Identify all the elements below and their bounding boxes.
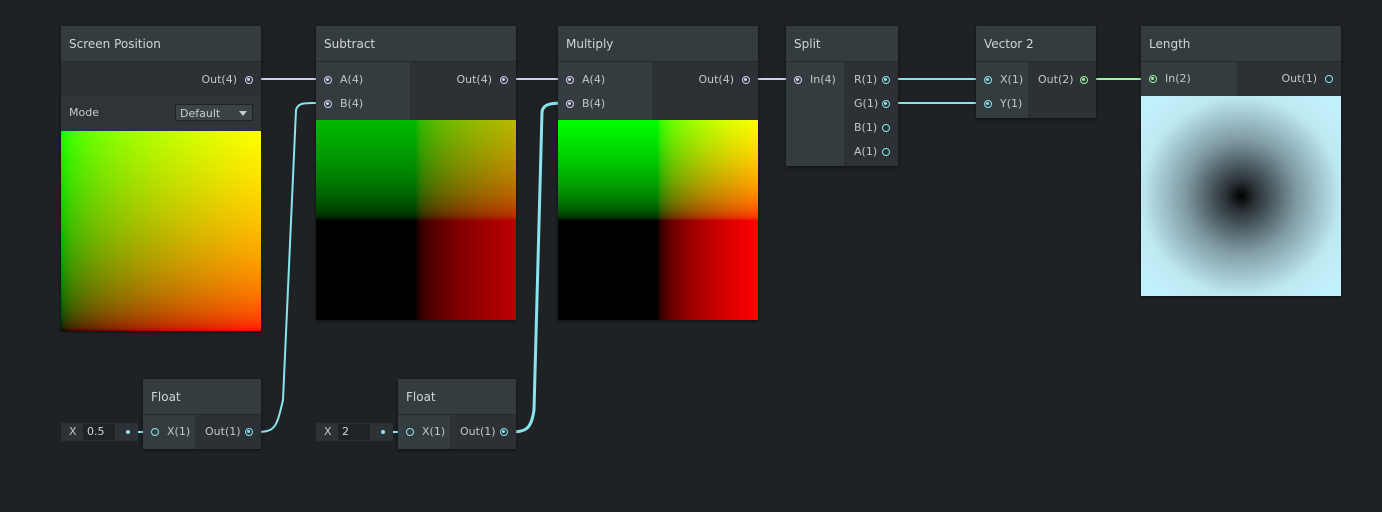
port-dot[interactable] — [151, 428, 159, 436]
mode-dropdown[interactable]: Default — [175, 104, 253, 121]
port-dot[interactable] — [245, 428, 253, 436]
node-title[interactable]: Multiply — [558, 26, 758, 62]
port-in[interactable]: In(2) — [1141, 67, 1237, 91]
field-dot — [381, 430, 385, 434]
port-label: R(1) — [854, 73, 878, 86]
node-float-1[interactable]: Float X(1) Out(1) — [143, 379, 261, 449]
port-in-x[interactable]: X(1) — [143, 420, 195, 444]
port-dot[interactable] — [566, 100, 574, 108]
node-title[interactable]: Subtract — [316, 26, 516, 62]
port-label: A(4) — [340, 73, 364, 86]
port-label: G(1) — [854, 97, 879, 110]
preview-image — [316, 120, 516, 320]
field-dot — [126, 430, 130, 434]
port-dot[interactable] — [742, 76, 750, 84]
node-split[interactable]: Split In(4) R(1) G(1) B(1) A(1) — [786, 26, 898, 166]
preview-canvas — [61, 131, 261, 331]
port-dot[interactable] — [566, 76, 574, 84]
port-dot[interactable] — [882, 100, 890, 108]
port-dot[interactable] — [882, 124, 890, 132]
float-value-input[interactable]: 0.5 — [83, 424, 115, 440]
node-title[interactable]: Split — [786, 26, 898, 62]
port-in-x[interactable]: X(1) — [976, 68, 1028, 92]
port-dot[interactable] — [984, 100, 992, 108]
port-label: Out(4) — [698, 73, 734, 86]
port-dot[interactable] — [500, 428, 508, 436]
port-dot[interactable] — [245, 76, 253, 84]
port-label: B(4) — [582, 97, 606, 110]
field-label: X — [69, 425, 77, 438]
node-title[interactable]: Float — [398, 379, 516, 415]
port-in-y[interactable]: Y(1) — [976, 92, 1028, 116]
port-dot[interactable] — [882, 76, 890, 84]
port-out[interactable]: Out(1) — [1237, 67, 1341, 91]
node-vector2[interactable]: Vector 2 X(1) Y(1) Out(2) — [976, 26, 1096, 118]
port-dot[interactable] — [1149, 75, 1157, 83]
port-label: Out(1) — [205, 425, 241, 438]
port-out[interactable]: Out(4) — [61, 68, 261, 92]
node-multiply[interactable]: Multiply A(4) B(4) Out(4) — [558, 26, 758, 320]
node-title[interactable]: Screen Position — [61, 26, 261, 62]
port-in-a[interactable]: A(4) — [316, 68, 410, 92]
port-label: In(2) — [1165, 72, 1191, 85]
port-in-x[interactable]: X(1) — [398, 420, 450, 444]
port-in-a[interactable]: A(4) — [558, 68, 652, 92]
node-title[interactable]: Float — [143, 379, 261, 415]
port-in-b[interactable]: B(4) — [558, 92, 652, 116]
port-label: Out(2) — [1038, 73, 1074, 86]
port-dot[interactable] — [984, 76, 992, 84]
port-label: Out(1) — [1281, 72, 1317, 85]
port-dot[interactable] — [324, 100, 332, 108]
port-out[interactable]: Out(1) — [450, 420, 516, 444]
port-dot[interactable] — [406, 428, 414, 436]
port-out-g[interactable]: G(1) — [844, 92, 898, 116]
node-screen-position[interactable]: Screen Position Out(4) Mode Default — [61, 26, 261, 331]
mode-value: Default — [180, 107, 221, 120]
port-label: B(1) — [854, 121, 878, 134]
node-float-2[interactable]: Float X(1) Out(1) — [398, 379, 516, 449]
port-out-b[interactable]: B(1) — [844, 116, 898, 140]
wire-float1-subtract-b — [252, 101, 325, 433]
preview-image — [61, 131, 261, 331]
float-inline-field[interactable]: X 0.5 — [61, 423, 138, 441]
mode-row: Mode Default — [61, 96, 261, 130]
port-out[interactable]: Out(1) — [195, 420, 261, 444]
node-subtract[interactable]: Subtract A(4) B(4) Out(4) — [316, 26, 516, 320]
float-inline-field[interactable]: X 2 — [316, 423, 393, 441]
preview-image — [1141, 96, 1341, 296]
port-out[interactable]: Out(4) — [652, 68, 758, 92]
port-label: Y(1) — [1000, 97, 1023, 110]
port-in[interactable]: In(4) — [786, 68, 844, 92]
node-length[interactable]: Length In(2) Out(1) — [1141, 26, 1341, 296]
port-in-b[interactable]: B(4) — [316, 92, 410, 116]
port-dot[interactable] — [882, 148, 890, 156]
port-out[interactable]: Out(2) — [1028, 68, 1096, 92]
port-label: Out(1) — [460, 425, 496, 438]
port-label: X(1) — [1000, 73, 1024, 86]
node-title[interactable]: Length — [1141, 26, 1341, 62]
port-label: A(4) — [582, 73, 606, 86]
port-dot[interactable] — [324, 76, 332, 84]
port-out-r[interactable]: R(1) — [844, 68, 898, 92]
mode-label: Mode — [69, 106, 99, 119]
port-out-a[interactable]: A(1) — [844, 140, 898, 164]
port-label: Out(4) — [201, 73, 237, 86]
port-out[interactable]: Out(4) — [410, 68, 516, 92]
port-label: Out(4) — [456, 73, 492, 86]
float-value-input[interactable]: 2 — [338, 424, 370, 440]
preview-image — [558, 120, 758, 320]
port-label: A(1) — [854, 145, 878, 158]
port-dot[interactable] — [1080, 76, 1088, 84]
port-label: X(1) — [422, 425, 446, 438]
port-label: In(4) — [810, 73, 836, 86]
port-label: B(4) — [340, 97, 364, 110]
port-dot[interactable] — [1325, 75, 1333, 83]
port-label: X(1) — [167, 425, 191, 438]
port-dot[interactable] — [500, 76, 508, 84]
chevron-down-icon — [239, 111, 247, 116]
node-title[interactable]: Vector 2 — [976, 26, 1096, 62]
field-label: X — [324, 425, 332, 438]
port-dot[interactable] — [794, 76, 802, 84]
